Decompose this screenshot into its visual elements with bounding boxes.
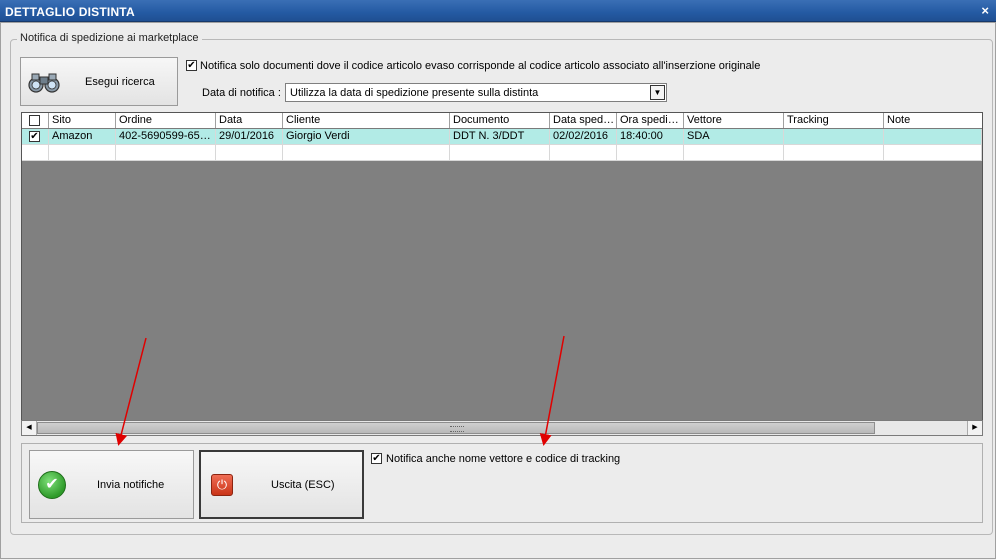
power-icon: ⏻: [211, 473, 233, 496]
date-notify-label: Data di notifica :: [202, 87, 281, 99]
new-row-cell[interactable]: [116, 145, 216, 161]
header-data[interactable]: Data: [216, 113, 283, 128]
binoculars-icon: [28, 73, 60, 93]
group-label: Notifica di spedizione ai marketplace: [17, 32, 202, 44]
search-button[interactable]: Esegui ricerca: [20, 57, 178, 106]
notify-option-label: Notifica solo documenti dove il codice a…: [200, 60, 761, 72]
grid-header: Sito Ordine Data Cliente Documento Data …: [22, 113, 982, 129]
tracking-option-label: Notifica anche nome vettore e codice di …: [386, 453, 621, 465]
scrollbar-thumb[interactable]: [37, 422, 875, 434]
select-all-checkbox[interactable]: [29, 115, 40, 126]
grip-icon: [450, 426, 464, 432]
cell-cliente[interactable]: Giorgio Verdi: [283, 129, 450, 145]
header-tracking[interactable]: Tracking: [784, 113, 884, 128]
shipments-grid[interactable]: Sito Ordine Data Cliente Documento Data …: [21, 112, 983, 436]
header-select-all[interactable]: [22, 113, 49, 128]
new-row-cell[interactable]: [884, 145, 982, 161]
header-data-sped[interactable]: Data sped…: [550, 113, 617, 128]
scroll-left-icon[interactable]: ◀: [22, 421, 37, 435]
new-row-cell[interactable]: [684, 145, 784, 161]
new-row-cell[interactable]: [283, 145, 450, 161]
date-notify-select[interactable]: Utilizza la data di spedizione presente …: [285, 83, 667, 102]
new-row-cell[interactable]: [617, 145, 684, 161]
notify-option-checkbox[interactable]: ✔: [186, 60, 197, 71]
scroll-right-icon[interactable]: ▶: [967, 421, 982, 435]
new-row-cell[interactable]: [784, 145, 884, 161]
close-icon[interactable]: ×: [981, 3, 989, 18]
cell-vettore[interactable]: SDA: [684, 129, 784, 145]
header-documento[interactable]: Documento: [450, 113, 550, 128]
window-title: DETTAGLIO DISTINTA: [5, 5, 135, 19]
title-bar: DETTAGLIO DISTINTA ×: [0, 0, 996, 22]
dialog-window: Notifica di spedizione ai marketplace Es…: [0, 22, 996, 559]
horizontal-scrollbar[interactable]: ◀ ▶: [21, 420, 983, 436]
date-notify-value: Utilizza la data di spedizione presente …: [290, 87, 539, 99]
send-notifications-label: Invia notifiche: [97, 478, 165, 491]
cell-documento[interactable]: DDT N. 3/DDT: [450, 129, 550, 145]
send-notifications-button[interactable]: ✔ Invia notifiche: [29, 450, 194, 519]
cell-ordine[interactable]: 402-5690599-65…: [116, 129, 216, 145]
header-vettore[interactable]: Vettore: [684, 113, 784, 128]
search-button-label: Esegui ricerca: [85, 75, 155, 88]
cell-data-sped[interactable]: 02/02/2016: [550, 129, 617, 145]
cell-ora-sped[interactable]: 18:40:00: [617, 129, 684, 145]
new-row-cell[interactable]: [22, 145, 49, 161]
table-row[interactable]: ✔ Amazon 402-5690599-65… 29/01/2016 Gior…: [22, 129, 982, 145]
header-ordine[interactable]: Ordine: [116, 113, 216, 128]
check-icon: ✔: [38, 470, 66, 499]
row-select-cell[interactable]: ✔: [22, 129, 49, 145]
header-cliente[interactable]: Cliente: [283, 113, 450, 128]
header-sito[interactable]: Sito: [49, 113, 116, 128]
exit-button-label: Uscita (ESC): [271, 478, 335, 491]
row-checkbox[interactable]: ✔: [29, 131, 40, 142]
header-note[interactable]: Note: [884, 113, 982, 128]
new-row[interactable]: [22, 145, 982, 161]
chevron-down-icon[interactable]: ▼: [650, 85, 665, 100]
cell-note[interactable]: [884, 129, 982, 145]
cell-sito[interactable]: Amazon: [49, 129, 116, 145]
new-row-cell[interactable]: [216, 145, 283, 161]
new-row-cell[interactable]: [550, 145, 617, 161]
header-ora-sped[interactable]: Ora spedi…: [617, 113, 684, 128]
exit-button[interactable]: ⏻ Uscita (ESC): [199, 450, 364, 519]
cell-data[interactable]: 29/01/2016: [216, 129, 283, 145]
new-row-cell[interactable]: [49, 145, 116, 161]
tracking-option-checkbox[interactable]: ✔: [371, 453, 382, 464]
new-row-cell[interactable]: [450, 145, 550, 161]
cell-tracking[interactable]: [784, 129, 884, 145]
